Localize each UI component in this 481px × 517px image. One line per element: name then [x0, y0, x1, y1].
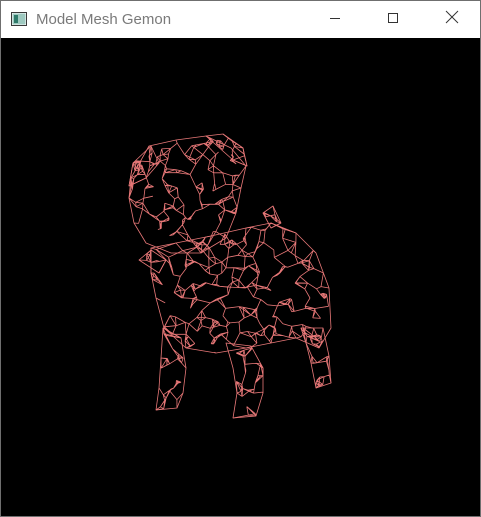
- app-window: Model Mesh Gemon: [0, 0, 481, 517]
- pug-wireframe-mesh: [128, 133, 332, 419]
- render-viewport[interactable]: [1, 38, 480, 516]
- close-button[interactable]: [429, 1, 475, 38]
- window-title: Model Mesh Gemon: [36, 11, 172, 28]
- mesh-edges: [300, 327, 332, 389]
- maximize-icon: [387, 11, 399, 29]
- minimize-icon: [329, 11, 341, 29]
- app-window-icon: [11, 12, 27, 26]
- minimize-button[interactable]: [312, 1, 358, 38]
- mesh-outline: [155, 327, 187, 411]
- mesh-edges: [128, 135, 247, 254]
- maximize-button[interactable]: [370, 1, 416, 38]
- close-icon: [445, 10, 459, 29]
- title-bar[interactable]: Model Mesh Gemon: [1, 1, 480, 38]
